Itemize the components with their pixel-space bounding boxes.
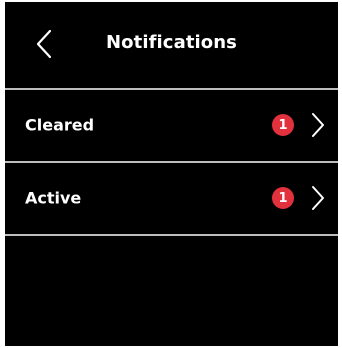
notification-count-badge: 1: [272, 114, 294, 136]
list-item-label: Active: [25, 188, 82, 208]
notifications-screen: Notifications Cleared 1 Active 1: [5, 2, 338, 346]
divider: [5, 234, 338, 236]
page-title: Notifications: [106, 32, 237, 53]
chevron-right-icon: [311, 112, 325, 138]
chevron-right-icon: [311, 185, 325, 211]
list-item-active[interactable]: Active 1: [5, 163, 338, 233]
list-item-cleared[interactable]: Cleared 1: [5, 90, 338, 160]
list-item-label: Cleared: [25, 115, 95, 135]
notification-count-badge: 1: [272, 187, 294, 209]
header: Notifications: [5, 2, 338, 88]
